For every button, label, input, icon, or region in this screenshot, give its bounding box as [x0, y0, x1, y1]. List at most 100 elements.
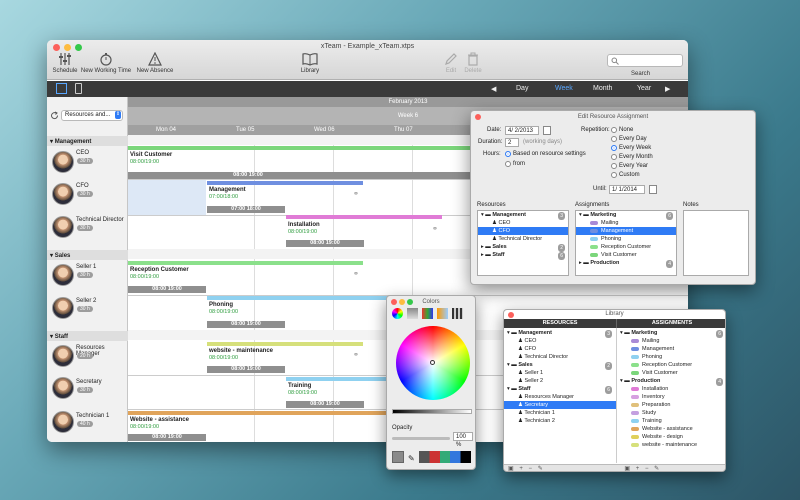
task-bar[interactable]: [286, 215, 442, 219]
list-item[interactable]: ▸ ▬ Staff 6: [478, 251, 568, 260]
list-item[interactable]: ♟ Seller 1: [504, 369, 616, 377]
opacity-field[interactable]: 100 %: [453, 432, 473, 448]
folder-icon[interactable]: ▣: [508, 466, 514, 471]
list-item[interactable]: ▾ ▬ Marketing 6: [617, 329, 725, 338]
repetition-week-radio[interactable]: [611, 145, 617, 151]
list-item[interactable]: ▾ ▬ Marketing 6: [576, 211, 676, 220]
folder-icon[interactable]: ▣: [624, 466, 630, 471]
list-item[interactable]: Management: [617, 345, 725, 353]
grid-view-icon[interactable]: [56, 83, 67, 94]
delete-button[interactable]: Delete: [461, 52, 485, 74]
repetition-custom-radio[interactable]: [611, 172, 617, 178]
until-field[interactable]: 1/ 1/2014: [609, 185, 645, 194]
list-item[interactable]: ♟ CEO: [478, 219, 568, 227]
list-item[interactable]: Visit Customer: [576, 251, 676, 259]
list-item[interactable]: ▸ ▬ Sales 2: [478, 243, 568, 252]
list-item[interactable]: Reception Customer: [617, 361, 725, 369]
tab-day[interactable]: Day: [516, 85, 528, 92]
sliders-tab-icon[interactable]: [407, 308, 418, 319]
previous-period-button[interactable]: ◀: [491, 85, 496, 93]
task-label[interactable]: Website - assistance: [130, 417, 189, 423]
list-item[interactable]: ▾ ▬ Management 3: [504, 329, 616, 338]
list-item[interactable]: Website - assistance: [617, 425, 725, 433]
add-icon[interactable]: +: [636, 466, 640, 471]
group-staff[interactable]: ▾ Staff: [47, 331, 128, 341]
task-bar[interactable]: [128, 146, 528, 150]
schedule-button[interactable]: Schedule: [50, 52, 80, 74]
tab-week[interactable]: Week: [555, 85, 573, 92]
list-item[interactable]: ♟ Seller 2: [504, 377, 616, 385]
list-item[interactable]: ♟ CFO: [478, 227, 568, 235]
list-item[interactable]: ♟ Resources Manager: [504, 393, 616, 401]
edit-icon[interactable]: ✎: [654, 466, 659, 471]
calendar-icon[interactable]: [543, 126, 551, 135]
repetition-day-radio[interactable]: [611, 136, 617, 142]
pencils-tab-icon[interactable]: [452, 308, 463, 319]
list-item[interactable]: ♟ Secretary: [504, 401, 616, 409]
color-wheel-tab-icon[interactable]: [392, 308, 403, 319]
tab-month[interactable]: Month: [593, 85, 612, 92]
task-bar[interactable]: [207, 342, 363, 346]
list-item[interactable]: ▸ ▬ Production 4: [576, 259, 676, 268]
list-item[interactable]: Training: [617, 417, 725, 425]
task-label[interactable]: Installation: [288, 222, 320, 228]
edit-icon[interactable]: ✎: [538, 466, 543, 471]
task-label[interactable]: Reception Customer: [130, 267, 189, 273]
image-palette-tab-icon[interactable]: [437, 308, 448, 319]
add-icon[interactable]: +: [519, 466, 523, 471]
list-item[interactable]: Installation: [617, 385, 725, 393]
new-absence-button[interactable]: New Absence: [135, 52, 175, 74]
tab-year[interactable]: Year: [637, 85, 651, 92]
opacity-slider[interactable]: [392, 437, 450, 440]
resources-filter-select[interactable]: Resources and... ⇕: [61, 110, 123, 121]
library-button[interactable]: Library: [295, 52, 325, 74]
remove-icon[interactable]: −: [529, 466, 533, 471]
edit-button[interactable]: Edit: [442, 52, 460, 74]
group-sales[interactable]: ▾ Sales: [47, 250, 128, 260]
list-item[interactable]: ▾ ▬ Production 4: [617, 377, 725, 386]
list-item[interactable]: Mailing: [617, 337, 725, 345]
list-item[interactable]: ▾ ▬ Management 3: [478, 211, 568, 220]
list-item[interactable]: ♟ Technical Director: [478, 235, 568, 243]
list-item[interactable]: Management: [576, 227, 676, 235]
current-color-swatch[interactable]: [392, 451, 404, 463]
task-label[interactable]: Management: [209, 187, 246, 193]
repetition-month-radio[interactable]: [611, 154, 617, 160]
list-item[interactable]: Inventory: [617, 393, 725, 401]
hours-from-radio[interactable]: [505, 161, 511, 167]
list-item[interactable]: Reception Customer: [576, 243, 676, 251]
palette-tab-icon[interactable]: [422, 308, 433, 319]
eyedropper-icon[interactable]: ✎: [408, 454, 415, 463]
list-item[interactable]: Mailing: [576, 219, 676, 227]
duration-field[interactable]: 2: [505, 138, 519, 147]
remove-icon[interactable]: −: [645, 466, 649, 471]
new-working-time-button[interactable]: New Working Time: [79, 52, 133, 74]
device-view-icon[interactable]: [75, 83, 82, 94]
next-period-button[interactable]: ▶: [665, 85, 670, 93]
color-picker-cursor[interactable]: [430, 360, 435, 365]
task-bar[interactable]: [128, 261, 363, 265]
notes-textarea[interactable]: [683, 210, 749, 276]
list-item[interactable]: website - maintenance: [617, 441, 725, 449]
repetition-none-radio[interactable]: [611, 127, 617, 133]
list-item[interactable]: ♟ Technician 1: [504, 409, 616, 417]
task-label[interactable]: Visit Customer: [130, 152, 172, 158]
search-input[interactable]: [607, 54, 683, 67]
list-item[interactable]: ♟ Technician 2: [504, 417, 616, 425]
task-bar[interactable]: [128, 411, 428, 415]
brightness-slider[interactable]: [392, 409, 472, 414]
list-item[interactable]: Visit Customer: [617, 369, 725, 377]
list-item[interactable]: ♟ CFO: [504, 345, 616, 353]
list-item[interactable]: ♟ Technical Director: [504, 353, 616, 361]
repetition-year-radio[interactable]: [611, 163, 617, 169]
list-item[interactable]: Phoning: [576, 235, 676, 243]
group-management[interactable]: ▾ Management: [47, 136, 128, 146]
list-item[interactable]: Preparation: [617, 401, 725, 409]
list-item[interactable]: ▾ ▬ Sales 2: [504, 361, 616, 370]
refresh-icon[interactable]: [50, 111, 59, 120]
task-label[interactable]: website - maintenance: [209, 348, 273, 354]
list-item[interactable]: Phoning: [617, 353, 725, 361]
hours-based-radio[interactable]: [505, 151, 511, 157]
task-label[interactable]: Training: [288, 383, 311, 389]
list-item[interactable]: Website - design: [617, 433, 725, 441]
